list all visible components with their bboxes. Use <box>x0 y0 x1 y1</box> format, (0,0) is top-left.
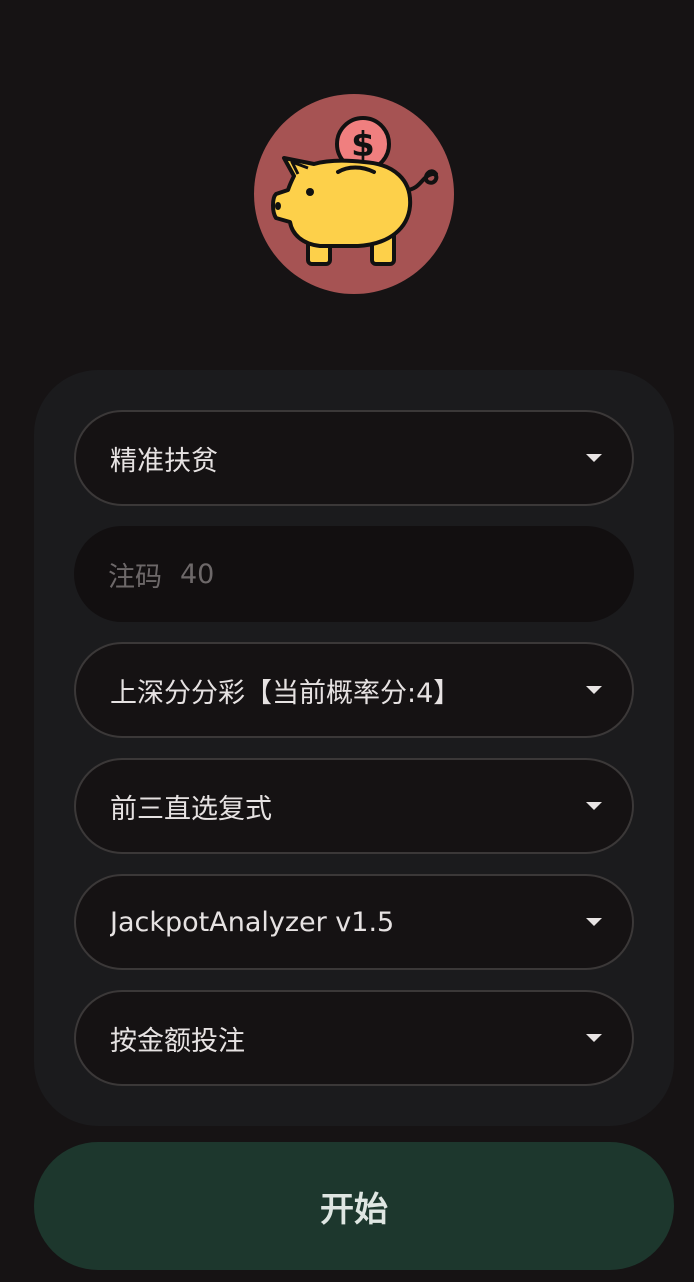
chevron-down-icon <box>586 454 602 462</box>
chevron-down-icon <box>586 686 602 694</box>
analyzer-select-value: JackpotAnalyzer v1.5 <box>110 906 395 938</box>
lottery-select-value: 上深分分彩【当前概率分:4】 <box>110 677 461 709</box>
settings-panel: 精准扶贫 注码 上深分分彩【当前概率分:4】 前三直选复式 JackpotAna… <box>34 370 674 1126</box>
chevron-down-icon <box>586 1034 602 1042</box>
bet-mode-select-value: 按金额投注 <box>110 1025 245 1057</box>
start-button[interactable]: 开始 <box>34 1142 674 1270</box>
lottery-select[interactable]: 上深分分彩【当前概率分:4】 <box>74 642 634 738</box>
bet-amount-field[interactable]: 注码 <box>74 526 634 622</box>
chevron-down-icon <box>586 918 602 926</box>
bet-amount-label: 注码 <box>108 561 162 593</box>
bet-amount-input[interactable] <box>180 558 380 590</box>
plan-select[interactable]: 精准扶贫 <box>74 410 634 506</box>
svg-text:$: $ <box>351 125 375 165</box>
chevron-down-icon <box>586 802 602 810</box>
play-type-select-value: 前三直选复式 <box>110 793 272 825</box>
bet-mode-select[interactable]: 按金额投注 <box>74 990 634 1086</box>
app-logo: $ <box>254 94 454 294</box>
piggy-bank-icon: $ <box>271 116 439 266</box>
analyzer-select[interactable]: JackpotAnalyzer v1.5 <box>74 874 634 970</box>
play-type-select[interactable]: 前三直选复式 <box>74 758 634 854</box>
plan-select-value: 精准扶贫 <box>110 445 218 477</box>
